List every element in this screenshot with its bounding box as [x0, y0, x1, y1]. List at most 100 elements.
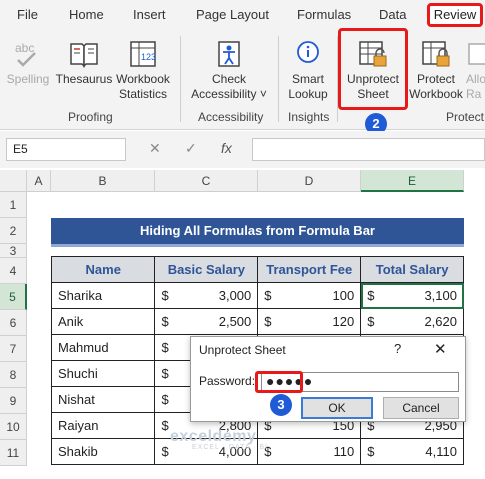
password-label: Password: — [199, 374, 256, 388]
transport-fee-cell[interactable]: $110 — [257, 438, 362, 465]
currency-symbol: $ — [264, 314, 272, 329]
allow-edit-ranges-icon — [468, 43, 485, 65]
row-header-8[interactable]: 8 — [0, 362, 27, 388]
ribbon: abc Spelling Thesaurus 123 Workbook Stat… — [0, 28, 485, 130]
thesaurus-icon — [70, 43, 98, 68]
tab-home[interactable]: Home — [69, 7, 104, 22]
column-header-a[interactable]: A — [27, 170, 51, 192]
currency-symbol: $ — [161, 288, 169, 303]
spelling-icon: abc — [15, 41, 36, 67]
currency-symbol: $ — [161, 444, 169, 459]
name-cell[interactable]: Anik — [50, 308, 156, 335]
row-header-9[interactable]: 9 — [0, 388, 27, 414]
column-header-e[interactable]: E — [361, 170, 464, 192]
protect-workbook-icon — [422, 41, 450, 67]
select-all-corner[interactable] — [0, 170, 27, 192]
header-name[interactable]: Name — [50, 256, 156, 283]
tab-page-layout[interactable]: Page Layout — [196, 7, 269, 22]
row-header-2[interactable]: 2 — [0, 218, 27, 244]
row-header-4[interactable]: 4 — [0, 258, 27, 284]
tab-formulas[interactable]: Formulas — [297, 7, 351, 22]
tab-review[interactable]: Review — [427, 3, 483, 27]
currency-symbol: $ — [264, 288, 272, 303]
watermark-tagline: EXCEL · DATA · BI — [192, 444, 268, 451]
accessibility-icon — [218, 41, 240, 67]
workbook-statistics-button[interactable]: 123 Workbook Statistics — [114, 38, 172, 102]
svg-text:abc: abc — [15, 41, 34, 55]
currency-symbol: $ — [161, 340, 169, 355]
header-basic-salary[interactable]: Basic Salary — [154, 256, 259, 283]
name-cell[interactable]: Shuchi — [50, 360, 156, 387]
spelling-button[interactable]: abc Spelling — [6, 38, 50, 87]
check-accessibility-button[interactable]: Check Accessibility ˅ — [186, 38, 272, 102]
total-salary-cell-selected[interactable]: $3,100 — [360, 282, 464, 309]
dialog-title: Unprotect Sheet — [199, 343, 286, 357]
column-header-b[interactable]: B — [51, 170, 155, 192]
tab-file[interactable]: File — [17, 7, 38, 22]
row-header-1[interactable]: 1 — [0, 192, 27, 218]
allow-edit-ranges-button[interactable]: Allo Ra — [466, 38, 485, 102]
smart-lookup-label-1: Smart — [291, 72, 324, 86]
name-cell[interactable]: Nishat — [50, 386, 156, 413]
total-salary-cell[interactable]: $4,110 — [360, 438, 464, 465]
smart-lookup-label-2: Lookup — [288, 87, 328, 101]
row-header-7[interactable]: 7 — [0, 336, 27, 362]
help-icon[interactable]: ? — [394, 341, 401, 356]
ok-button[interactable]: OK — [301, 397, 373, 419]
name-cell[interactable]: Raiyan — [50, 412, 156, 439]
name-box[interactable]: E5 — [6, 138, 126, 161]
svg-text:123: 123 — [141, 52, 156, 62]
basic-salary-cell[interactable]: $3,000 — [154, 282, 259, 309]
cancel-entry-icon[interactable]: ✕ — [149, 140, 161, 157]
insights-group-label: Insights — [288, 110, 330, 124]
protect-workbook-label-1: Protect — [416, 72, 455, 86]
cancel-button[interactable]: Cancel — [383, 397, 459, 419]
password-highlight — [255, 371, 303, 393]
transport-fee-cell[interactable]: $100 — [257, 282, 362, 309]
smart-lookup-icon — [297, 41, 319, 63]
amount: 3,100 — [424, 288, 457, 303]
tab-insert[interactable]: Insert — [133, 7, 166, 22]
currency-symbol: $ — [161, 366, 169, 381]
row-header-6[interactable]: 6 — [0, 310, 27, 336]
column-header-c[interactable]: C — [155, 170, 258, 192]
amount: 2,500 — [218, 314, 252, 329]
enter-entry-icon[interactable]: ✓ — [185, 140, 197, 157]
step-marker-3: 3 — [270, 394, 292, 416]
table-row: Sharika $3,000 $100 $3,100 — [50, 282, 464, 309]
amount: 100 — [332, 288, 355, 303]
thesaurus-button[interactable]: Thesaurus — [55, 38, 113, 87]
spelling-label: Spelling — [6, 72, 50, 86]
name-cell[interactable]: Shakib — [50, 438, 156, 465]
workbook-statistics-label-2: Statistics — [118, 87, 167, 101]
sheet-title[interactable]: Hiding All Formulas from Formula Bar — [51, 218, 464, 244]
workbook-statistics-label-1: Workbook — [116, 72, 170, 86]
basic-salary-cell[interactable]: $2,500 — [154, 308, 259, 335]
tab-data[interactable]: Data — [379, 7, 406, 22]
smart-lookup-button[interactable]: Smart Lookup — [282, 38, 334, 102]
row-header-11[interactable]: 11 — [0, 440, 27, 466]
currency-symbol: $ — [367, 288, 375, 303]
thesaurus-label: Thesaurus — [55, 72, 113, 86]
amount: 3,000 — [218, 288, 252, 303]
close-icon[interactable]: ✕ — [434, 340, 447, 358]
accessibility-group-label: Accessibility — [198, 110, 264, 124]
group-divider — [278, 36, 279, 122]
header-transport-fee[interactable]: Transport Fee — [257, 256, 362, 283]
insert-function-icon[interactable]: fx — [221, 140, 232, 156]
exceldemy-watermark: exceldemy EXCEL · DATA · BI — [170, 428, 268, 451]
row-header-5[interactable]: 5 — [0, 284, 27, 310]
currency-symbol: $ — [367, 444, 375, 459]
column-header-d[interactable]: D — [258, 170, 361, 192]
row-header-3[interactable]: 3 — [0, 244, 27, 258]
total-salary-cell[interactable]: $2,620 — [360, 308, 464, 335]
workbook-statistics-icon: 123 — [130, 41, 156, 67]
header-total-salary[interactable]: Total Salary — [360, 256, 464, 283]
formula-bar: E5 ✕ ✓ fx — [0, 131, 485, 168]
formula-input[interactable] — [252, 138, 485, 161]
transport-fee-cell[interactable]: $120 — [257, 308, 362, 335]
protect-workbook-button[interactable]: Protect Workbook — [408, 38, 464, 102]
row-header-10[interactable]: 10 — [0, 414, 27, 440]
name-cell[interactable]: Sharika — [50, 282, 156, 309]
name-cell[interactable]: Mahmud — [50, 334, 156, 361]
